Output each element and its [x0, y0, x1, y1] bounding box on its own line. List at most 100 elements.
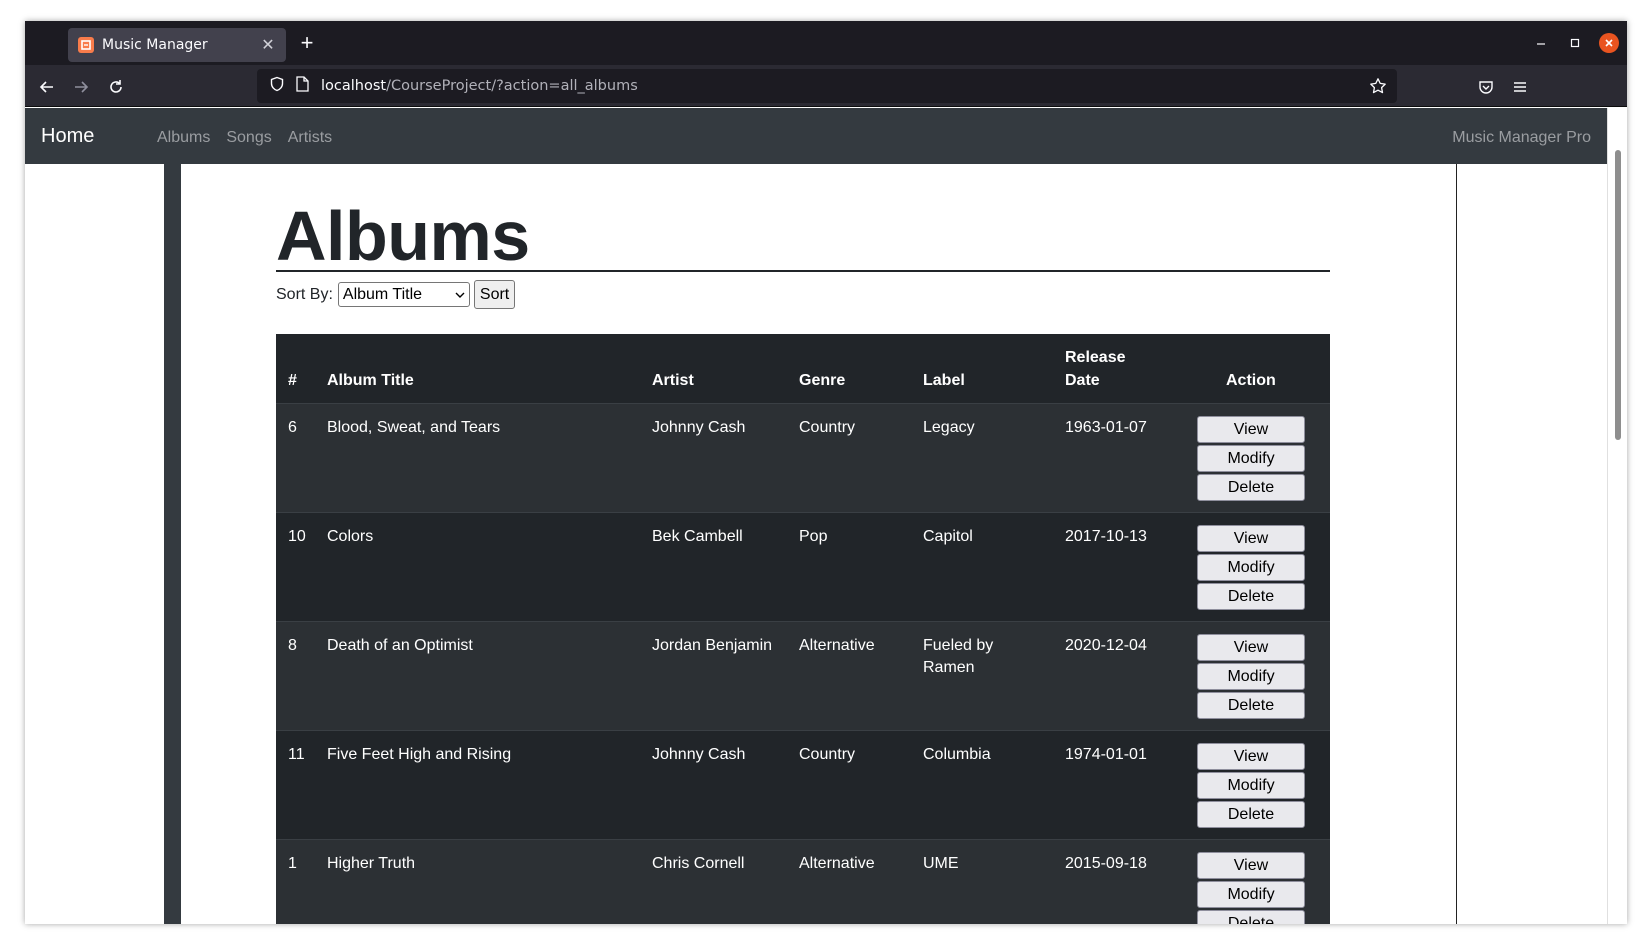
nav-right-text[interactable]: Music Manager Pro: [1452, 129, 1591, 147]
cell-album-title: Colors: [327, 528, 374, 545]
page-title: Albums: [276, 197, 530, 275]
favicon-icon: [78, 37, 94, 53]
delete-button[interactable]: Delete: [1197, 583, 1305, 610]
header-label: Label: [923, 372, 965, 389]
browser-tab[interactable]: Music Manager ✕: [68, 28, 286, 62]
window-controls: [1531, 33, 1619, 53]
cell-num: 8: [288, 637, 297, 654]
cell-label: Columbia: [923, 746, 991, 763]
window-close-icon[interactable]: [1599, 33, 1619, 53]
cell-label: Legacy: [923, 419, 975, 436]
view-button[interactable]: View: [1197, 743, 1305, 770]
delete-button[interactable]: Delete: [1197, 474, 1305, 501]
cell-genre: Pop: [799, 528, 828, 545]
cell-label-line2: Ramen: [923, 659, 975, 676]
table-row: 11 Five Feet High and Rising Johnny Cash…: [276, 731, 1330, 840]
pocket-icon[interactable]: [1473, 74, 1499, 100]
modify-button[interactable]: Modify: [1197, 772, 1305, 799]
brand-home-link[interactable]: Home: [41, 125, 94, 148]
cell-release-date: 2017-10-13: [1065, 528, 1147, 545]
minimize-icon[interactable]: [1531, 33, 1551, 53]
sort-label: Sort By:: [276, 285, 333, 303]
modify-button[interactable]: Modify: [1197, 663, 1305, 690]
cell-release-date: 2015-09-18: [1065, 855, 1147, 872]
cell-num: 6: [288, 419, 297, 436]
page-icon: [295, 75, 309, 97]
header-artist: Artist: [652, 372, 694, 389]
star-icon[interactable]: [1369, 77, 1387, 100]
header-release-line1: Release: [1065, 349, 1126, 366]
sort-select[interactable]: Album Title: [337, 282, 470, 307]
maximize-icon[interactable]: [1565, 33, 1585, 53]
table-row: 1 Higher Truth Chris Cornell Alternative…: [276, 840, 1330, 924]
view-button[interactable]: View: [1197, 634, 1305, 661]
header-release-line2: Date: [1065, 372, 1100, 389]
cell-artist: Jordan Benjamin: [652, 637, 773, 654]
nav-link-artists[interactable]: Artists: [288, 129, 332, 147]
nav-link-albums[interactable]: Albums: [157, 129, 210, 147]
cell-release-date: 1974-01-01: [1065, 746, 1147, 763]
cell-genre: Country: [799, 419, 856, 436]
modify-button[interactable]: Modify: [1197, 554, 1305, 581]
view-button[interactable]: View: [1197, 852, 1305, 879]
sort-selected-value: Album Title: [342, 285, 423, 303]
title-divider: [276, 270, 1330, 272]
view-button[interactable]: View: [1197, 416, 1305, 443]
hamburger-icon[interactable]: [1507, 74, 1533, 100]
view-button[interactable]: View: [1197, 525, 1305, 552]
tab-title: Music Manager: [102, 37, 208, 53]
cell-artist: Bek Cambell: [652, 528, 743, 545]
web-viewport: Home Albums Songs Artists Music Manager …: [25, 108, 1627, 924]
cell-label: UME: [923, 855, 959, 872]
row-actions: View Modify Delete: [1197, 852, 1305, 924]
nav-link-songs[interactable]: Songs: [226, 129, 271, 147]
chevron-down-icon: [455, 286, 465, 304]
row-actions: View Modify Delete: [1197, 525, 1305, 610]
modify-button[interactable]: Modify: [1197, 881, 1305, 908]
delete-button[interactable]: Delete: [1197, 801, 1305, 828]
tab-strip: Music Manager ✕ +: [25, 21, 1627, 65]
cell-album-title: Blood, Sweat, and Tears: [327, 419, 501, 436]
url-text[interactable]: localhost/CourseProject/?action=all_albu…: [321, 78, 638, 94]
forward-icon[interactable]: [68, 74, 94, 100]
header-num: #: [288, 372, 297, 389]
cell-album-title: Death of an Optimist: [327, 637, 473, 654]
tab-close-icon[interactable]: ✕: [260, 35, 276, 55]
cell-label: Capitol: [923, 528, 973, 545]
cell-num: 10: [288, 528, 306, 545]
left-sidebar-strip: [164, 164, 181, 924]
header-action: Action: [1226, 372, 1276, 389]
page-scrollbar[interactable]: [1607, 108, 1627, 924]
main-content: Albums Sort By: Album Title Sort # Album…: [181, 164, 1457, 924]
cell-genre: Alternative: [799, 637, 875, 654]
cell-artist: Johnny Cash: [652, 746, 746, 763]
new-tab-icon[interactable]: +: [294, 31, 320, 57]
browser-toolbar: localhost/CourseProject/?action=all_albu…: [25, 65, 1627, 107]
delete-button[interactable]: Delete: [1197, 692, 1305, 719]
scrollbar-thumb[interactable]: [1615, 150, 1621, 440]
sort-controls: Sort By: Album Title Sort: [276, 280, 516, 309]
albums-table: # Album Title Artist Genre Label Release…: [276, 334, 1330, 924]
row-actions: View Modify Delete: [1197, 634, 1305, 719]
cell-release-date: 1963-01-07: [1065, 419, 1147, 436]
table-row: 6 Blood, Sweat, and Tears Johnny Cash Co…: [276, 404, 1330, 513]
nav-links: Albums Songs Artists: [157, 129, 332, 147]
modify-button[interactable]: Modify: [1197, 445, 1305, 472]
cell-artist: Chris Cornell: [652, 855, 745, 872]
sort-button[interactable]: Sort: [473, 280, 516, 309]
cell-num: 1: [288, 855, 297, 872]
table-header: # Album Title Artist Genre Label Release…: [276, 334, 1330, 404]
row-actions: View Modify Delete: [1197, 416, 1305, 501]
cell-num: 11: [288, 746, 305, 763]
delete-button[interactable]: Delete: [1197, 910, 1305, 924]
shield-icon[interactable]: [269, 76, 285, 97]
address-bar[interactable]: localhost/CourseProject/?action=all_albu…: [257, 69, 1397, 103]
reload-icon[interactable]: [103, 74, 129, 100]
back-icon[interactable]: [34, 74, 60, 100]
row-actions: View Modify Delete: [1197, 743, 1305, 828]
url-host: localhost: [321, 78, 387, 94]
table-row: 10 Colors Bek Cambell Pop Capitol 2017-1…: [276, 513, 1330, 622]
app-navbar: Home Albums Songs Artists Music Manager …: [25, 108, 1607, 164]
cell-album-title: Five Feet High and Rising: [327, 746, 512, 763]
cell-genre: Alternative: [799, 855, 875, 872]
